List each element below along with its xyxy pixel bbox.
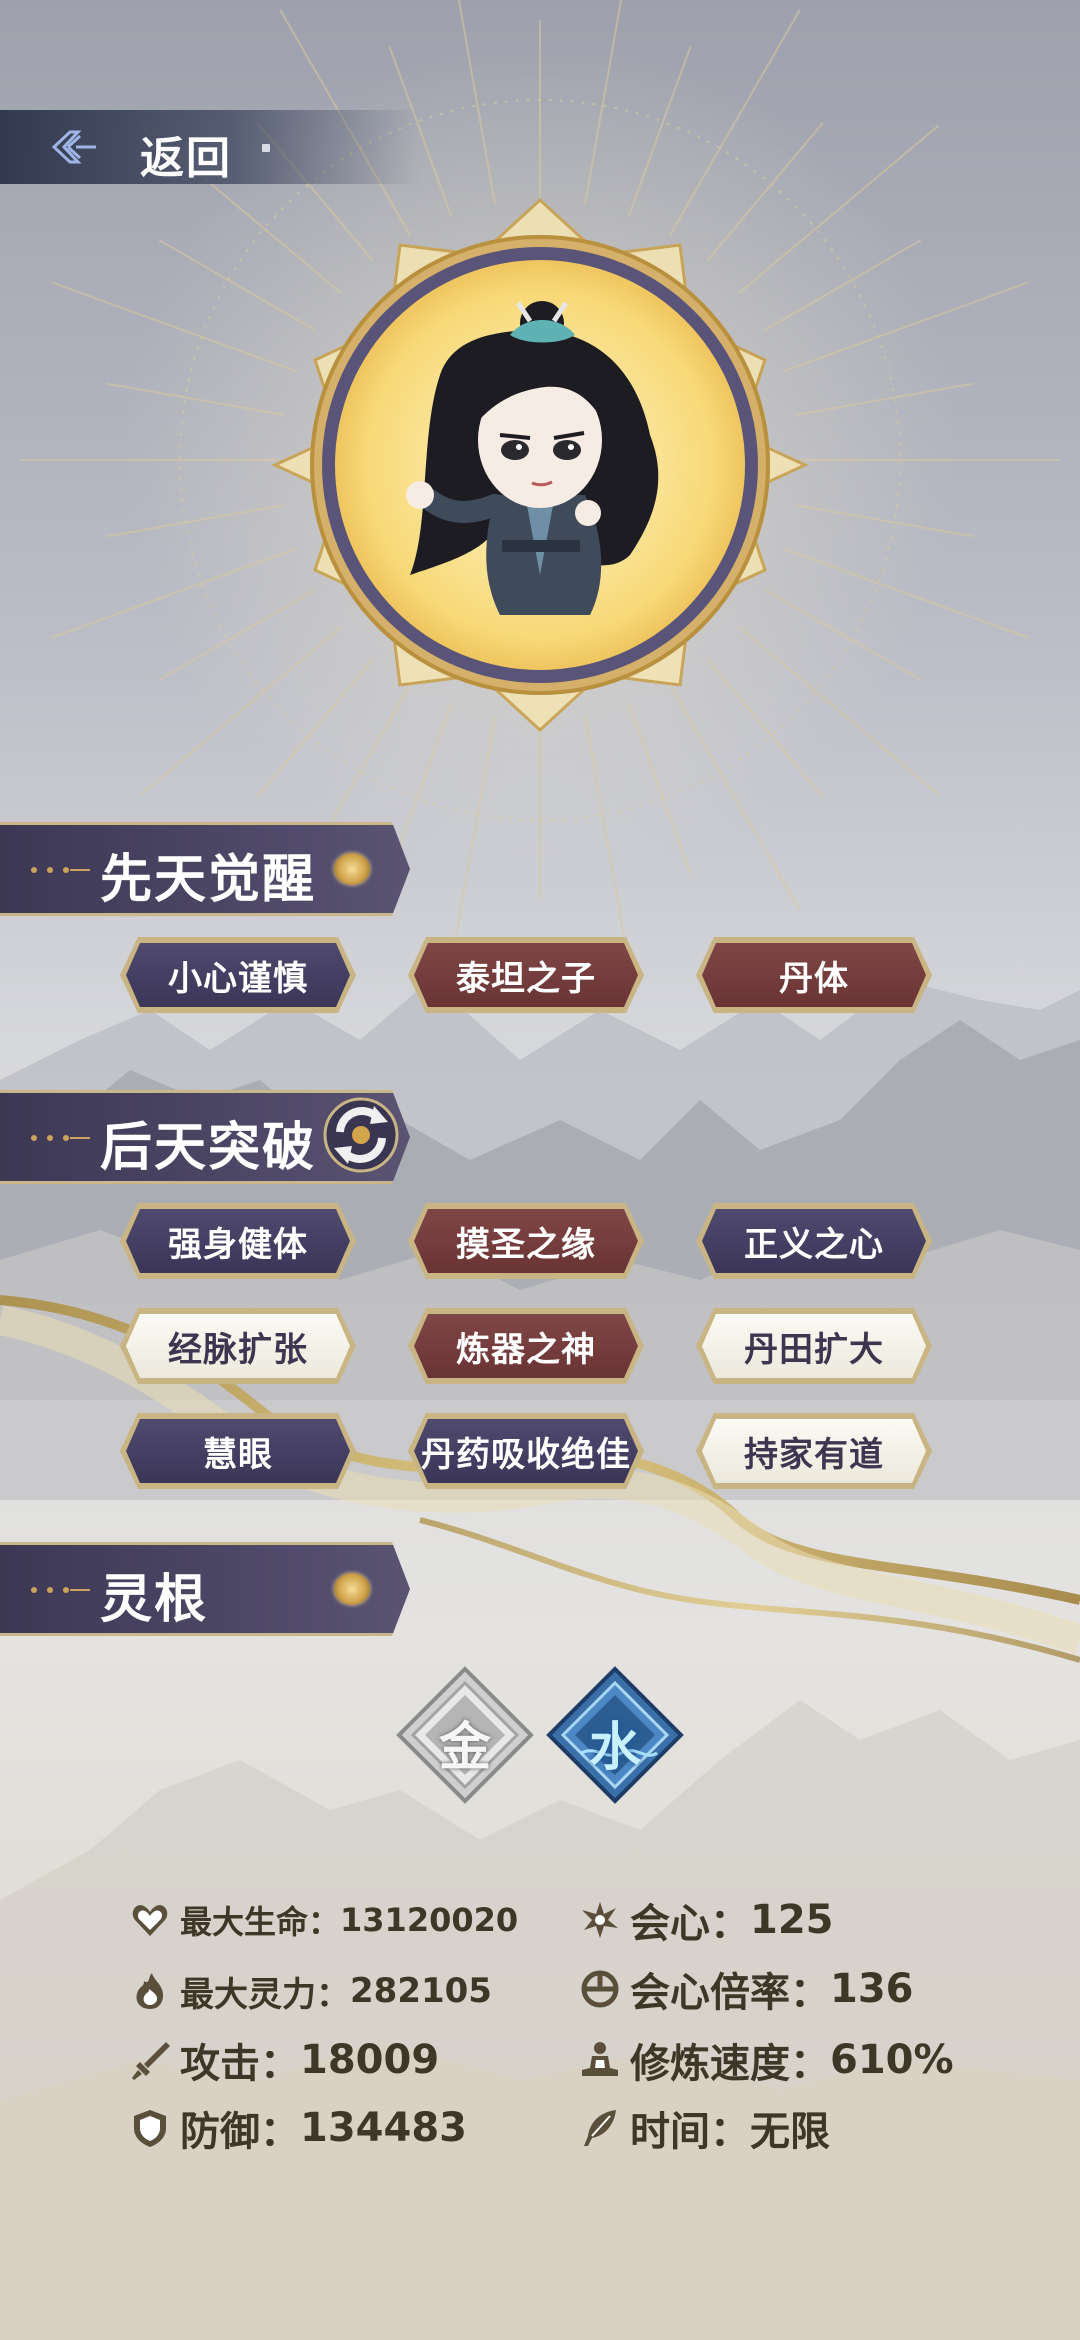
shield-icon bbox=[134, 2110, 166, 2147]
burst-icon bbox=[582, 1902, 618, 1938]
stat-max-hp: 最大生命： 13120020 bbox=[130, 1894, 518, 1946]
stat-crit-rate: 会心倍率： 136 bbox=[580, 1963, 914, 2016]
section-title: 先天觉醒 bbox=[100, 850, 317, 910]
back-label: 返回 bbox=[140, 133, 232, 184]
trait-acquired-1[interactable]: 强身健体 bbox=[120, 1203, 356, 1279]
trait-acquired-3[interactable]: 正义之心 bbox=[696, 1203, 932, 1279]
trait-acquired-5[interactable]: 炼器之神 bbox=[408, 1308, 644, 1384]
back-arrow-icon bbox=[51, 130, 96, 164]
trait-acquired-8[interactable]: 丹药吸收绝佳 bbox=[408, 1413, 644, 1489]
meditation-icon bbox=[582, 2042, 618, 2076]
section-title: 后天突破 bbox=[100, 1118, 317, 1178]
back-button[interactable]: 返回 bbox=[0, 110, 420, 184]
stat-cultivation-speed: 修炼速度： 610% bbox=[580, 2034, 954, 2087]
trait-acquired-6[interactable]: 丹田扩大 bbox=[696, 1308, 932, 1384]
spirit-root-char: 水 bbox=[589, 1718, 642, 1778]
trait-innate-1[interactable]: 小心谨慎 bbox=[120, 937, 356, 1013]
character-avatar bbox=[271, 197, 809, 733]
stat-defense: 防御： 134483 bbox=[130, 2102, 467, 2155]
trait-acquired-4[interactable]: 经脉扩张 bbox=[120, 1308, 356, 1384]
gold-orb-icon bbox=[334, 1573, 370, 1605]
section-spirit-root: 灵根 bbox=[0, 1542, 410, 1636]
stat-attack: 攻击： 18009 bbox=[130, 2034, 439, 2087]
refresh-icon[interactable] bbox=[318, 1092, 404, 1178]
feather-icon bbox=[584, 2110, 616, 2146]
trait-innate-3[interactable]: 丹体 bbox=[696, 937, 932, 1013]
stat-max-mana: 最大灵力： 282105 bbox=[130, 1965, 492, 2017]
stat-time: 时间： 无限 bbox=[580, 2102, 830, 2155]
flame-icon bbox=[136, 1973, 164, 2009]
section-innate-awakening: 先天觉醒 bbox=[0, 822, 410, 916]
gold-orb-icon bbox=[334, 853, 370, 885]
sword-icon bbox=[132, 2042, 170, 2080]
trait-acquired-2[interactable]: 摸圣之缘 bbox=[408, 1203, 644, 1279]
divider-dots-icon bbox=[31, 1135, 90, 1141]
trait-acquired-9[interactable]: 持家有道 bbox=[696, 1413, 932, 1489]
back-dot bbox=[262, 144, 270, 152]
stat-crit: 会心： 125 bbox=[580, 1894, 834, 1947]
section-title: 灵根 bbox=[100, 1570, 209, 1630]
trait-acquired-7[interactable]: 慧眼 bbox=[120, 1413, 356, 1489]
spirit-root-metal[interactable]: 金 bbox=[395, 1665, 535, 1805]
spirit-root-water[interactable]: 水 bbox=[545, 1665, 685, 1805]
heart-icon bbox=[132, 1905, 168, 1936]
trait-innate-2[interactable]: 泰坦之子 bbox=[408, 937, 644, 1013]
crosshair-icon bbox=[581, 1970, 619, 2008]
spirit-root-char: 金 bbox=[439, 1718, 492, 1778]
divider-dots-icon bbox=[31, 867, 90, 873]
divider-dots-icon bbox=[31, 1587, 90, 1593]
